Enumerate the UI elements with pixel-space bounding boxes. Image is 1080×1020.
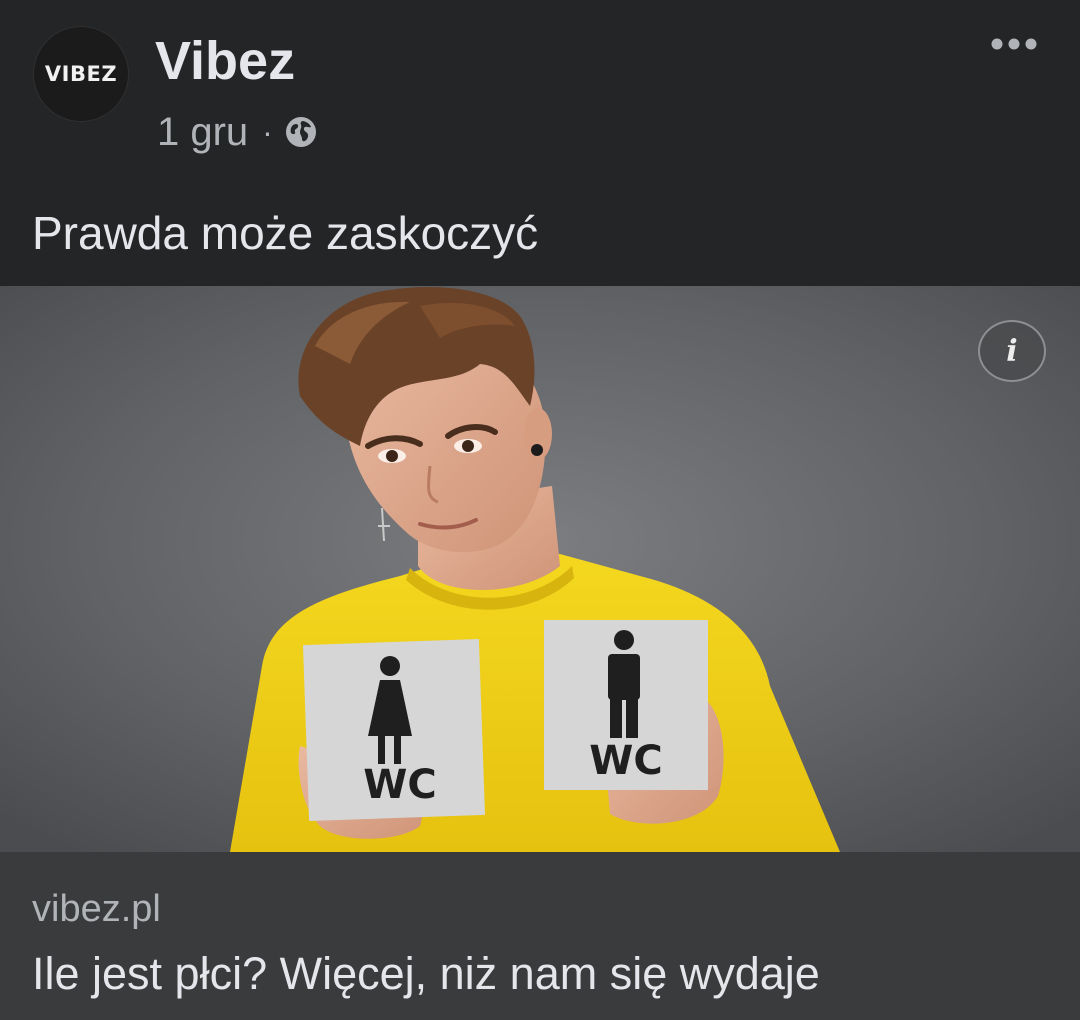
post-date[interactable]: 1 gru [157, 110, 248, 155]
post-header: VIBEZ Vibez 1 gru · Prawda może zaskoczy… [0, 0, 1080, 259]
sign-right-label: WC [589, 738, 662, 784]
more-horizontal-icon [991, 38, 1037, 50]
link-domain: vibez.pl [32, 888, 161, 930]
avatar[interactable]: VIBEZ [33, 26, 129, 122]
info-icon: i [1006, 333, 1018, 369]
avatar-logo-text: VIBEZ [44, 62, 118, 86]
post-text: Prawda może zaskoczyć [32, 207, 539, 259]
page-name[interactable]: Vibez [155, 28, 295, 94]
info-button[interactable]: i [978, 320, 1046, 382]
post-meta: 1 gru · [157, 108, 317, 156]
globe-icon[interactable] [285, 113, 317, 147]
post-card: VIBEZ Vibez 1 gru · Prawda może zaskoczy… [0, 0, 1080, 1020]
post-image[interactable]: WC WC [0, 286, 1080, 852]
link-preview[interactable]: vibez.pl Ile jest płci? Więcej, niż nam … [0, 852, 1080, 1020]
meta-separator: · [262, 113, 273, 150]
more-options-button[interactable] [984, 22, 1044, 66]
link-title: Ile jest płci? Więcej, niż nam się wydaj… [32, 948, 820, 999]
sign-female-wc: WC [298, 638, 486, 839]
sign-left-label: WC [363, 762, 436, 808]
